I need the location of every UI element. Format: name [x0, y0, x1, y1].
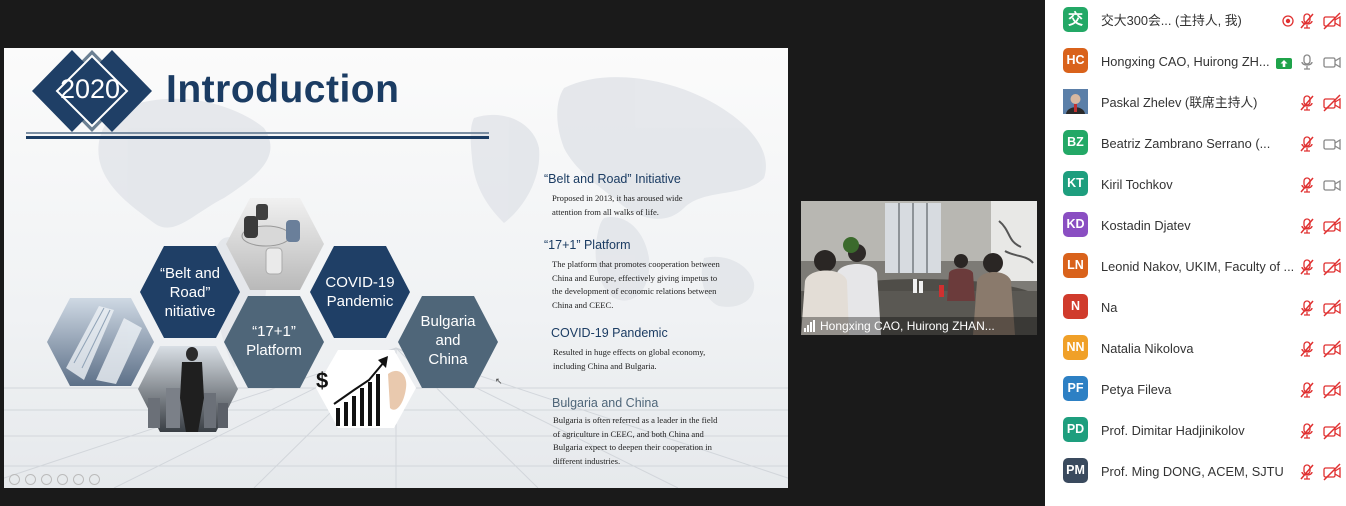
video-feed	[801, 201, 1037, 335]
avatar: KD	[1063, 212, 1088, 237]
section-covid: COVID-19 Pandemic Resulted in huge effec…	[551, 326, 741, 373]
slide-controls	[9, 474, 100, 486]
mic-muted-icon[interactable]	[1298, 12, 1316, 30]
mic-icon[interactable]	[1298, 53, 1316, 71]
participant-name: Kiril Tochkov	[1101, 177, 1173, 192]
camera-icon[interactable]	[1323, 176, 1341, 194]
participant-row[interactable]: PF Petya Fileva	[1045, 369, 1346, 410]
section-heading: “17+1” Platform	[544, 238, 631, 252]
mic-muted-icon[interactable]	[1298, 299, 1316, 317]
avatar: LN	[1063, 253, 1088, 278]
section-bulgaria-china: Bulgaria and China Bulgaria is often ref…	[552, 396, 742, 468]
participant-row[interactable]: KT Kiril Tochkov	[1045, 164, 1346, 205]
participant-row[interactable]: BZ Beatriz Zambrano Serrano (...	[1045, 123, 1346, 164]
avatar: NN	[1063, 335, 1088, 360]
participant-row[interactable]: LN Leonid Nakov, UKIM, Faculty of ...	[1045, 246, 1346, 287]
section-body: Resulted in huge effects on global econo…	[553, 347, 706, 371]
section-body: The platform that promotes cooperation b…	[552, 259, 720, 310]
more-icon[interactable]	[89, 474, 100, 485]
hex-label-platform: “17+1” Platform	[246, 323, 302, 359]
meeting-photo-hex	[226, 198, 324, 290]
camera-off-icon[interactable]	[1323, 94, 1341, 112]
camera-icon[interactable]	[1323, 135, 1341, 153]
participant-name: Hongxing CAO, Huirong ZH...	[1101, 54, 1270, 69]
mic-muted-icon[interactable]	[1298, 381, 1316, 399]
shared-slide: 2020 Introduction $ “Belt and Road” niti…	[4, 48, 788, 488]
next-slide-icon[interactable]	[25, 474, 36, 485]
mouse-cursor-icon: ↖	[495, 376, 503, 386]
avatar: PD	[1063, 417, 1088, 442]
mic-muted-icon[interactable]	[1298, 176, 1316, 194]
hex-label-belt-road: “Belt and Road” nitiative	[159, 265, 221, 320]
slides-grid-icon[interactable]	[57, 474, 68, 485]
dollar-growth-photo-hex: $	[316, 350, 416, 428]
participant-row[interactable]: NN Natalia Nikolova	[1045, 328, 1346, 369]
camera-off-icon[interactable]	[1323, 12, 1341, 30]
avatar: KT	[1063, 171, 1088, 196]
mic-muted-icon[interactable]	[1298, 422, 1316, 440]
participant-name: Na	[1101, 300, 1118, 315]
section-platform: “17+1” Platform The platform that promot…	[544, 238, 734, 312]
camera-off-icon[interactable]	[1323, 422, 1341, 440]
video-name-label: Hongxing CAO, Huirong ZHAN...	[820, 319, 995, 333]
section-heading: Bulgaria and China	[552, 396, 659, 410]
signal-strength-icon	[804, 320, 815, 332]
camera-off-icon[interactable]	[1323, 258, 1341, 276]
participant-row[interactable]: HC Hongxing CAO, Huirong ZH...	[1045, 41, 1346, 82]
section-heading: “Belt and Road” Initiative	[544, 172, 681, 186]
mic-muted-icon[interactable]	[1298, 340, 1316, 358]
video-participant-name: Hongxing CAO, Huirong ZHAN...	[801, 317, 1037, 335]
participant-name: Leonid Nakov, UKIM, Faculty of ...	[1101, 259, 1295, 274]
mic-muted-icon[interactable]	[1298, 258, 1316, 276]
participant-row[interactable]: KD Kostadin Djatev	[1045, 205, 1346, 246]
participant-name: 交大300会... (主持人, 我)	[1101, 13, 1242, 28]
avatar: 交	[1063, 7, 1088, 32]
section-belt-road: “Belt and Road” Initiative Proposed in 2…	[544, 172, 734, 219]
mic-muted-icon[interactable]	[1298, 135, 1316, 153]
participant-row[interactable]: Paskal Zhelev (联席主持人)	[1045, 82, 1346, 123]
avatar: N	[1063, 294, 1088, 319]
participant-name: Paskal Zhelev (联席主持人)	[1101, 95, 1258, 110]
avatar	[1063, 89, 1088, 114]
participant-name: Natalia Nikolova	[1101, 341, 1194, 356]
prev-slide-icon[interactable]	[9, 474, 20, 485]
camera-off-icon[interactable]	[1323, 381, 1341, 399]
participant-row[interactable]: PM Prof. Ming DONG, ACEM, SJTU	[1045, 451, 1346, 492]
video-tile[interactable]: Hongxing CAO, Huirong ZHAN...	[801, 201, 1037, 335]
camera-off-icon[interactable]	[1323, 463, 1341, 481]
participant-row[interactable]: N Na	[1045, 287, 1346, 328]
camera-off-icon[interactable]	[1323, 340, 1341, 358]
camera-off-icon[interactable]	[1323, 217, 1341, 235]
svg-text:$: $	[316, 368, 328, 393]
avatar: PM	[1063, 458, 1088, 483]
hex-label-bulgaria-china: Bulgaria and China	[420, 313, 476, 368]
section-body: Bulgaria is often referred as a leader i…	[553, 415, 718, 466]
camera-icon[interactable]	[1323, 53, 1341, 71]
mic-muted-icon[interactable]	[1298, 94, 1316, 112]
participant-name: Beatriz Zambrano Serrano (...	[1101, 136, 1271, 151]
avatar: BZ	[1063, 130, 1088, 155]
zoom-icon[interactable]	[73, 474, 84, 485]
participants-panel: 交交大300会... (主持人, 我) HC Hongxing CAO, Huiro…	[1045, 0, 1346, 506]
mic-muted-icon[interactable]	[1298, 463, 1316, 481]
businessman-city-photo-hex	[138, 346, 238, 432]
section-body: Proposed in 2013, it has aroused wide at…	[552, 193, 683, 217]
avatar: PF	[1063, 376, 1088, 401]
pen-icon[interactable]	[41, 474, 52, 485]
participant-name: Petya Fileva	[1101, 382, 1172, 397]
participant-name: Kostadin Djatev	[1101, 218, 1191, 233]
hex-label-covid: COVID-19 Pandemic	[325, 274, 395, 310]
section-heading: COVID-19 Pandemic	[551, 326, 668, 340]
camera-off-icon[interactable]	[1323, 299, 1341, 317]
avatar: HC	[1063, 48, 1088, 73]
participant-name: Prof. Dimitar Hadjinikolov	[1101, 423, 1245, 438]
participant-name: Prof. Ming DONG, ACEM, SJTU	[1101, 464, 1284, 479]
mic-muted-icon[interactable]	[1298, 217, 1316, 235]
participant-row[interactable]: 交交大300会... (主持人, 我)	[1045, 0, 1346, 41]
buildings-photo-hex	[47, 298, 154, 386]
screen-share-icon	[1275, 54, 1293, 72]
recording-icon	[1279, 12, 1297, 30]
participant-row[interactable]: PD Prof. Dimitar Hadjinikolov	[1045, 410, 1346, 451]
